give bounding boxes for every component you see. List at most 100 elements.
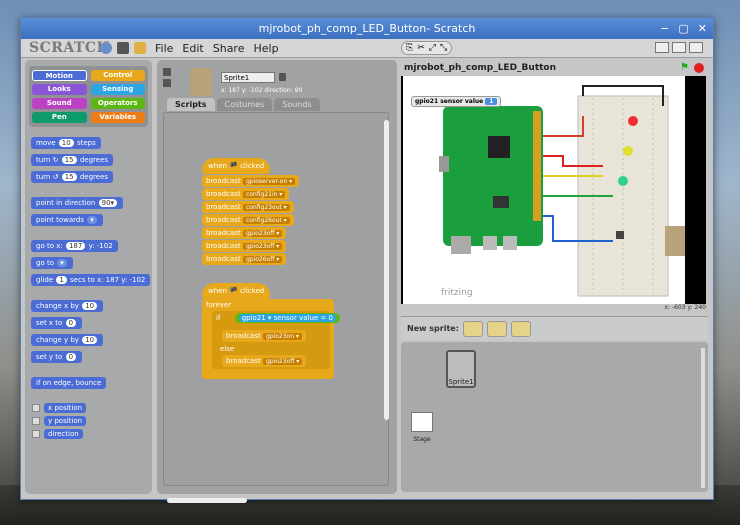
- led-green: [618, 176, 628, 186]
- reporter-y-position[interactable]: y position: [32, 416, 87, 426]
- block-turn-cw[interactable]: turn ↻ 15 degrees: [31, 154, 114, 166]
- checkbox[interactable]: [32, 430, 40, 438]
- save-icon[interactable]: [117, 42, 129, 54]
- checkbox[interactable]: [32, 417, 40, 425]
- presentation-mode-icon[interactable]: [689, 42, 703, 53]
- usb-chip: [493, 196, 509, 208]
- choose-sprite-button[interactable]: [486, 320, 507, 337]
- broadcast-block[interactable]: broadcast gpio23on ▾: [222, 330, 306, 342]
- tab-sounds[interactable]: Sounds: [274, 98, 320, 111]
- broadcast-block[interactable]: broadcast gpio23off ▾: [202, 227, 287, 239]
- close-button[interactable]: ✕: [698, 21, 707, 36]
- motion-blocks: move 10 steps turn ↻ 15 degrees turn ↺ 1…: [25, 127, 152, 439]
- led-yellow: [623, 146, 633, 156]
- sprite-list: Sprite1 Stage: [401, 342, 708, 492]
- paint-sprite-button[interactable]: [462, 320, 483, 337]
- delete-icon[interactable]: ✂: [417, 43, 425, 53]
- cpu-chip: [488, 136, 510, 158]
- category-pen[interactable]: Pen: [32, 112, 87, 123]
- broadcast-block[interactable]: broadcast gpio26off ▾: [202, 253, 287, 265]
- category-variables[interactable]: Variables: [90, 112, 145, 123]
- reporter-x-position[interactable]: x position: [32, 403, 87, 413]
- broadcast-block[interactable]: broadcast config21in ▾: [202, 188, 290, 200]
- window-title: mjrobot_ph_comp_LED_Button- Scratch: [258, 22, 476, 35]
- when-flag-clicked-hat-2[interactable]: when 🏴 clicked: [202, 283, 271, 299]
- wire-red: [543, 116, 584, 137]
- sprite-list-scrollbar[interactable]: [701, 348, 705, 488]
- reporter-direction[interactable]: direction: [32, 429, 83, 439]
- else-label: else: [220, 345, 235, 353]
- block-change-x[interactable]: change x by 10: [31, 300, 104, 312]
- sensor-value-reporter[interactable]: gpio21 ▾ sensor value = 0: [238, 314, 336, 322]
- grow-icon[interactable]: ⤢: [429, 43, 436, 53]
- stop-icon[interactable]: [694, 63, 704, 73]
- sprite-header: Sprite1 x: 187 y: -102 direction: 90 Scr…: [157, 60, 397, 112]
- menu-file[interactable]: File: [155, 42, 173, 55]
- green-flag-icon[interactable]: ⚑: [680, 63, 690, 73]
- menubar: SCRATCH File Edit Share Help ⎘ ✂ ⤢ ⤡: [21, 39, 713, 58]
- minimize-button[interactable]: −: [660, 21, 669, 36]
- sprite-name-field[interactable]: Sprite1: [221, 72, 275, 83]
- push-button: [616, 231, 624, 239]
- broadcast-block[interactable]: broadcast gpio23off ▾: [202, 240, 287, 252]
- mouse-coordinates: x: -603 y: 240: [664, 304, 707, 311]
- duplicate-icon[interactable]: ⎘: [406, 43, 413, 53]
- equals-operator[interactable]: gpio21 ▾ sensor value = 0: [234, 313, 340, 323]
- scratch-window: mjrobot_ph_comp_LED_Button- Scratch − ▢ …: [20, 17, 714, 503]
- small-stage-icon[interactable]: [655, 42, 669, 53]
- flip-icon[interactable]: [163, 79, 171, 87]
- block-change-y[interactable]: change y by 10: [31, 334, 104, 346]
- block-move[interactable]: move 10 steps: [31, 137, 101, 149]
- broadcast-block[interactable]: broadcast gpio23off ▾: [222, 355, 307, 367]
- tab-scripts[interactable]: Scripts: [167, 98, 215, 111]
- share-icon[interactable]: [134, 42, 146, 54]
- category-sound[interactable]: Sound: [32, 98, 87, 109]
- rotation-style-icon[interactable]: [163, 68, 171, 76]
- led-red: [628, 116, 638, 126]
- block-goto[interactable]: go to ▾: [31, 257, 73, 269]
- random-sprite-button[interactable]: [510, 320, 531, 337]
- breadboard-diagram: [439, 85, 685, 297]
- menu-edit[interactable]: Edit: [182, 42, 203, 55]
- checkbox[interactable]: [32, 404, 40, 412]
- script-canvas[interactable]: when 🏴 clicked broadcast gpioserver-on ▾…: [163, 112, 389, 486]
- block-turn-ccw[interactable]: turn ↺ 15 degrees: [31, 171, 114, 183]
- block-set-x[interactable]: set x to 0: [31, 317, 83, 329]
- block-point-towards[interactable]: point towards ▾: [31, 214, 103, 226]
- block-glide[interactable]: glide 1 secs to x: 187 y: -102: [31, 274, 151, 286]
- category-control[interactable]: Control: [90, 70, 145, 81]
- block-point-direction[interactable]: point in direction 90▾: [31, 197, 124, 209]
- lock-icon[interactable]: [279, 73, 286, 81]
- hdmi-port: [439, 156, 449, 172]
- maximize-button[interactable]: ▢: [678, 21, 688, 36]
- menu-help[interactable]: Help: [253, 42, 278, 55]
- vertical-scrollbar[interactable]: [384, 120, 389, 420]
- block-bounce[interactable]: if on edge, bounce: [31, 377, 107, 389]
- shrink-icon[interactable]: ⤡: [440, 43, 447, 53]
- category-motion[interactable]: Motion: [32, 70, 87, 81]
- category-sensing[interactable]: Sensing: [90, 84, 145, 95]
- stage-thumbnail-label: Stage: [413, 436, 431, 443]
- globe-icon[interactable]: [100, 42, 112, 54]
- horizontal-scrollbar[interactable]: [167, 498, 247, 503]
- stage-backdrop: gpio21 sensor value 1 fritzing: [403, 76, 685, 304]
- broadcast-block[interactable]: broadcast config26out ▾: [202, 214, 294, 226]
- editor-tabs: Scripts Costumes Sounds: [167, 98, 320, 111]
- block-goto-xy[interactable]: go to x: 187 y: -102: [31, 240, 118, 252]
- tab-costumes[interactable]: Costumes: [216, 98, 273, 111]
- when-flag-clicked-hat-1[interactable]: when 🏴 clicked: [202, 158, 271, 174]
- stage-panel: mjrobot_ph_comp_LED_Button ⚑ gpio21 sens…: [401, 60, 708, 494]
- category-looks[interactable]: Looks: [32, 84, 87, 95]
- stage-thumbnail[interactable]: [411, 412, 433, 432]
- normal-stage-icon[interactable]: [672, 42, 686, 53]
- broadcast-block[interactable]: broadcast config23out ▾: [202, 201, 294, 213]
- menu-share[interactable]: Share: [213, 42, 245, 55]
- sprite-thumbnail-label: Sprite1: [448, 378, 474, 386]
- stage[interactable]: gpio21 sensor value 1 fritzing: [401, 76, 706, 304]
- category-operators[interactable]: Operators: [90, 98, 145, 109]
- broadcast-block[interactable]: broadcast gpioserver-on ▾: [202, 175, 300, 187]
- sensor-value-monitor[interactable]: gpio21 sensor value 1: [411, 96, 502, 107]
- scratch-logo: SCRATCH: [29, 40, 111, 56]
- block-set-y[interactable]: set y to 0: [31, 351, 83, 363]
- category-selector: Motion Control Looks Sensing Sound Opera…: [29, 66, 148, 127]
